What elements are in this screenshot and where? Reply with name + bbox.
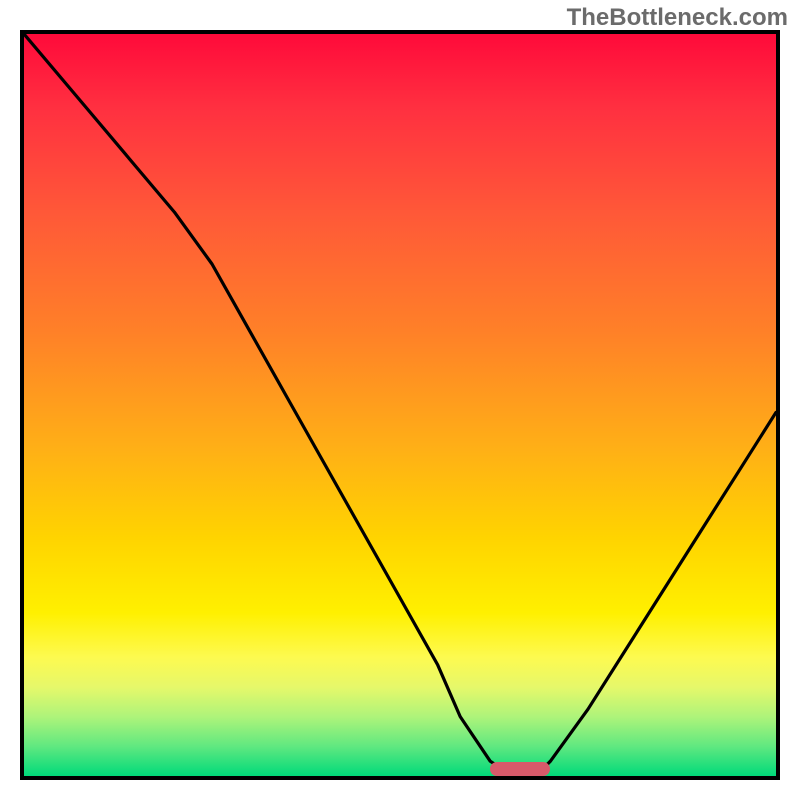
chart-container: TheBottleneck.com — [0, 0, 800, 800]
bottleneck-curve — [24, 34, 776, 776]
watermark-text: TheBottleneck.com — [567, 4, 788, 32]
plot-frame — [20, 30, 780, 780]
optimal-marker — [490, 762, 550, 776]
